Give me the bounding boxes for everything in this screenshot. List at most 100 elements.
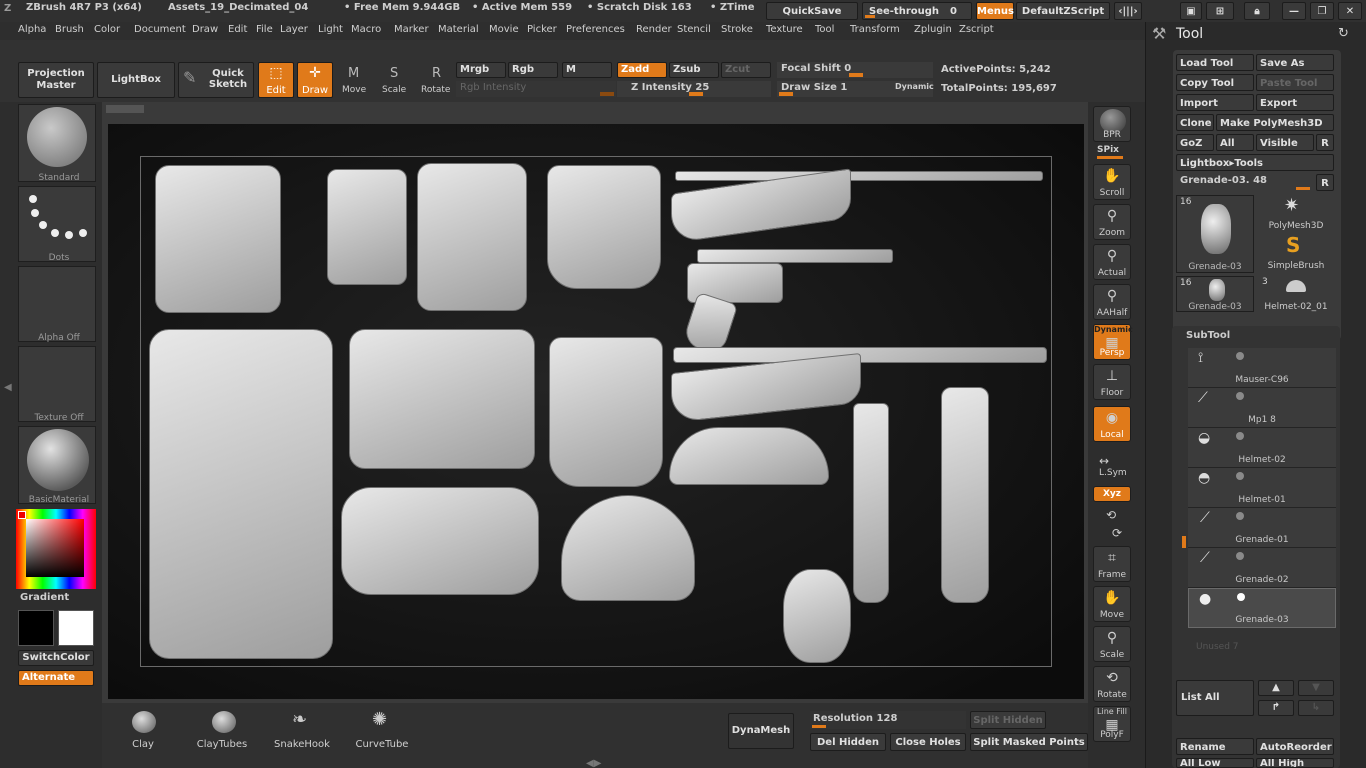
- spix-slider[interactable]: SPix: [1093, 144, 1131, 160]
- z-intensity-slider[interactable]: Z Intensity 25: [617, 81, 771, 97]
- polyf-button[interactable]: Line Fill ▦ PolyF: [1093, 706, 1131, 742]
- menu-light[interactable]: Light: [318, 24, 343, 35]
- rotate-y-icon[interactable]: ⟲: [1106, 508, 1116, 522]
- scale-view-button[interactable]: ⚲ Scale: [1093, 626, 1131, 662]
- insert-up-icon[interactable]: ↱: [1258, 700, 1294, 716]
- rename-button[interactable]: Rename: [1176, 738, 1254, 755]
- rgb-button[interactable]: Rgb: [508, 62, 558, 78]
- actual-button[interactable]: ⚲ Actual: [1093, 244, 1131, 280]
- goz-visible-button[interactable]: Visible: [1256, 134, 1314, 151]
- rotate-z-icon[interactable]: ⟳: [1112, 526, 1122, 540]
- close-holes-button[interactable]: Close Holes: [890, 733, 966, 751]
- goz-button[interactable]: GoZ: [1176, 134, 1214, 151]
- left-collapse-icon[interactable]: ◀: [4, 382, 12, 393]
- subtool-title[interactable]: SubTool: [1186, 330, 1230, 341]
- floor-button[interactable]: ⊥ Floor: [1093, 364, 1131, 400]
- see-through-slider[interactable]: See-through 0: [862, 2, 972, 20]
- scroll-arrows-icon[interactable]: ‹|||›: [1114, 2, 1142, 20]
- gradient-label[interactable]: Gradient: [20, 592, 69, 603]
- menu-file[interactable]: File: [256, 24, 273, 35]
- menu-movie[interactable]: Movie: [489, 24, 519, 35]
- menu-document[interactable]: Document: [134, 24, 186, 35]
- visibility-eye-icon[interactable]: [1237, 593, 1245, 601]
- menu-macro[interactable]: Macro: [351, 24, 381, 35]
- clay-brush-button[interactable]: Clay: [106, 707, 180, 753]
- edit-button[interactable]: ⬚ Edit: [258, 62, 294, 98]
- del-hidden-button[interactable]: Del Hidden: [810, 733, 886, 751]
- tool-thumb-grenade-03[interactable]: 16 Grenade-03: [1176, 195, 1254, 273]
- menu-marker[interactable]: Marker: [394, 24, 429, 35]
- lock-icon[interactable]: 🔒︎: [1244, 2, 1270, 20]
- m-button[interactable]: M: [562, 62, 612, 78]
- subtool-item[interactable]: ⟟ Mauser-C96: [1188, 348, 1336, 388]
- scroll-button[interactable]: ✋ Scroll: [1093, 164, 1131, 200]
- lightbox-button[interactable]: LightBox: [97, 62, 175, 98]
- refresh-icon[interactable]: ↻: [1338, 26, 1349, 41]
- subtool-item-selected[interactable]: ● Grenade-03: [1188, 588, 1336, 628]
- visibility-eye-icon[interactable]: [1236, 512, 1244, 520]
- zcut-button[interactable]: Zcut: [721, 62, 771, 78]
- alpha-selector[interactable]: Alpha Off: [18, 266, 96, 343]
- focal-shift-slider[interactable]: Focal Shift 0: [777, 62, 933, 78]
- subtool-item[interactable]: ⟋ Grenade-02: [1188, 548, 1336, 588]
- clone-button[interactable]: Clone: [1176, 114, 1214, 131]
- tool-thumb-helmet-02-01[interactable]: 3 Helmet-02_01: [1256, 276, 1336, 314]
- projection-master-button[interactable]: Projection Master: [18, 62, 94, 98]
- goz-r-button[interactable]: R: [1316, 134, 1334, 151]
- menu-transform[interactable]: Transform: [850, 24, 900, 35]
- menu-texture[interactable]: Texture: [766, 24, 803, 35]
- xyz-button[interactable]: Xyz: [1093, 486, 1131, 502]
- insert-down-icon[interactable]: ↳: [1298, 700, 1334, 716]
- local-button[interactable]: ◉ Local: [1093, 406, 1131, 442]
- layout-icon[interactable]: ▣: [1180, 2, 1202, 20]
- load-tool-button[interactable]: Load Tool: [1176, 54, 1254, 71]
- quick-sketch-button[interactable]: ✎ Quick Sketch: [178, 62, 254, 98]
- visibility-eye-icon[interactable]: [1236, 432, 1244, 440]
- tool-thumb-polymesh3d[interactable]: ✷ PolyMesh3D: [1256, 195, 1336, 233]
- bpr-button[interactable]: BPR: [1093, 106, 1131, 142]
- all-high-button[interactable]: All High: [1256, 758, 1334, 768]
- brush-selector[interactable]: Standard: [18, 104, 96, 183]
- lightbox-tools-button[interactable]: Lightbox▸Tools: [1176, 154, 1334, 171]
- curvetube-brush-button[interactable]: ✺ CurveTube: [344, 707, 420, 753]
- all-low-button[interactable]: All Low: [1176, 758, 1254, 768]
- secondary-color-swatch[interactable]: [18, 610, 54, 646]
- import-button[interactable]: Import: [1176, 94, 1254, 111]
- bottom-collapse-icon[interactable]: ◀▶: [586, 758, 601, 768]
- draw-size-slider[interactable]: Draw Size 1 Dynamic: [777, 81, 934, 97]
- rotate-view-button[interactable]: ⟲ Rotate: [1093, 666, 1131, 702]
- texture-selector[interactable]: Texture Off: [18, 346, 96, 423]
- default-zscript-button[interactable]: DefaultZScript: [1016, 2, 1110, 20]
- close-icon[interactable]: ✕: [1338, 2, 1362, 20]
- subtool-item[interactable]: ⟋ Grenade-01: [1188, 508, 1336, 548]
- visibility-eye-icon[interactable]: [1236, 472, 1244, 480]
- menu-stencil[interactable]: Stencil: [677, 24, 711, 35]
- tool-thumb-simplebrush[interactable]: S SimpleBrush: [1256, 233, 1336, 273]
- subtool-item[interactable]: ⟋ Mp1 8: [1188, 388, 1336, 428]
- subtool-item[interactable]: ◒ Helmet-02: [1188, 428, 1336, 468]
- color-saturation-square[interactable]: [26, 519, 84, 577]
- make-polymesh3d-button[interactable]: Make PolyMesh3D: [1216, 114, 1334, 131]
- visibility-eye-icon[interactable]: [1236, 392, 1244, 400]
- switch-color-button[interactable]: SwitchColor: [18, 650, 94, 666]
- dynamesh-button[interactable]: DynaMesh: [728, 713, 794, 749]
- menu-layer[interactable]: Layer: [280, 24, 308, 35]
- menu-tool[interactable]: Tool: [815, 24, 834, 35]
- zoom-button[interactable]: ⚲ Zoom: [1093, 204, 1131, 240]
- export-button[interactable]: Export: [1256, 94, 1334, 111]
- menu-zplugin[interactable]: Zplugin: [914, 24, 952, 35]
- draw-button[interactable]: ✛ Draw: [297, 62, 333, 98]
- save-as-button[interactable]: Save As: [1256, 54, 1334, 71]
- color-picker[interactable]: [16, 509, 96, 589]
- menu-stroke[interactable]: Stroke: [721, 24, 753, 35]
- minimize-icon[interactable]: —: [1282, 2, 1306, 20]
- mrgb-button[interactable]: Mrgb: [456, 62, 506, 78]
- subtool-scroll-marker[interactable]: [1182, 536, 1186, 548]
- current-tool-slider[interactable]: Grenade-03. 48: [1176, 173, 1314, 191]
- rgb-intensity-slider[interactable]: Rgb Intensity: [456, 81, 616, 97]
- maximize-icon[interactable]: ❐: [1310, 2, 1334, 20]
- resolution-slider[interactable]: Resolution 128: [810, 711, 966, 729]
- frame-button[interactable]: ⌗ Frame: [1093, 546, 1131, 582]
- visibility-eye-icon[interactable]: [1236, 552, 1244, 560]
- dynamic-label[interactable]: Dynamic: [895, 82, 934, 91]
